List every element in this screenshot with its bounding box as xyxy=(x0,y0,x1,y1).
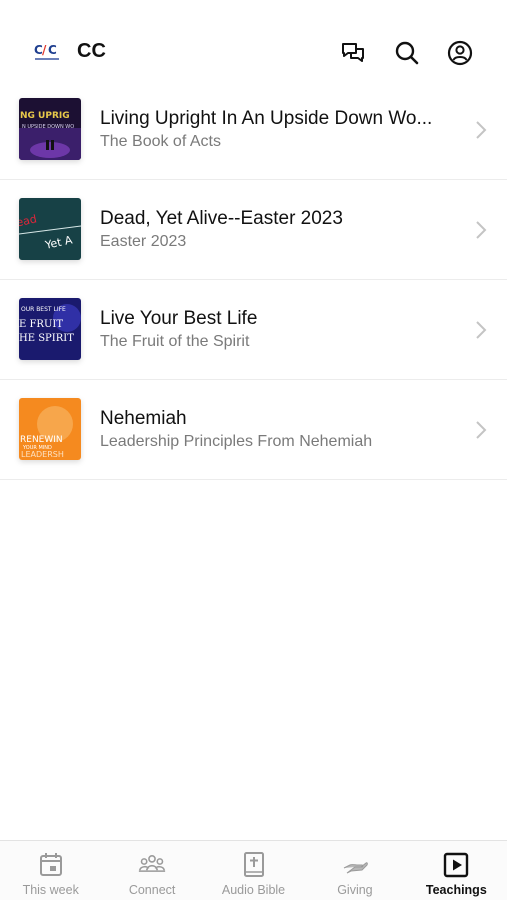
chevron-right-icon xyxy=(476,421,487,439)
tab-label: This week xyxy=(22,883,79,897)
teaching-thumbnail: RENEWIN YOUR MIND LEADERSH xyxy=(19,398,81,460)
svg-text:E FRUIT: E FRUIT xyxy=(19,319,63,330)
teaching-thumbnail: OUR BEST LIFE E FRUIT HE SPIRIT xyxy=(19,298,81,360)
teachings-list: NG UPRIG N UPSIDE DOWN WO Living Upright… xyxy=(0,80,507,480)
chevron-right-icon xyxy=(476,321,487,339)
svg-text:NG UPRIG: NG UPRIG xyxy=(20,111,70,121)
search-icon xyxy=(395,41,419,65)
calendar-icon xyxy=(39,853,62,876)
svg-text:LEADERSH: LEADERSH xyxy=(21,450,64,459)
teaching-subtitle: The Book of Acts xyxy=(100,133,221,150)
teaching-row[interactable]: NG UPRIG N UPSIDE DOWN WO Living Upright… xyxy=(0,80,507,180)
teaching-title: Nehemiah xyxy=(100,408,187,429)
bottom-tab-bar: This week Connect Audio Bible Giving Tea… xyxy=(0,840,507,900)
account-icon xyxy=(447,40,473,66)
teaching-title: Living Upright In An Upside Down Wo... xyxy=(100,108,433,129)
teaching-row[interactable]: ead Yet A Dead, Yet Alive--Easter 2023 E… xyxy=(0,180,507,280)
svg-text:C: C xyxy=(48,43,57,57)
chevron-right-icon xyxy=(476,121,487,139)
tab-label: Giving xyxy=(337,883,373,897)
teaching-title: Dead, Yet Alive--Easter 2023 xyxy=(100,208,343,229)
teaching-title: Live Your Best Life xyxy=(100,308,258,329)
svg-text:OUR BEST LIFE: OUR BEST LIFE xyxy=(21,306,66,313)
tab-label: Audio Bible xyxy=(221,883,286,897)
teaching-subtitle: Easter 2023 xyxy=(100,233,187,250)
top-header: C / C CC xyxy=(0,0,507,92)
svg-text:HE SPIRIT: HE SPIRIT xyxy=(19,333,74,344)
teaching-thumbnail: ead Yet A xyxy=(19,198,81,260)
teaching-row[interactable]: OUR BEST LIFE E FRUIT HE SPIRIT Live You… xyxy=(0,280,507,380)
tab-this-week[interactable]: This week xyxy=(0,841,101,900)
teaching-subtitle: The Fruit of the Spirit xyxy=(100,333,250,350)
tab-giving[interactable]: Giving xyxy=(304,841,405,900)
teaching-subtitle: Leadership Principles From Nehemiah xyxy=(100,433,373,450)
svg-text:/: / xyxy=(42,43,47,57)
bible-icon xyxy=(243,852,264,877)
chevron-right-icon xyxy=(476,221,487,239)
tab-connect[interactable]: Connect xyxy=(101,841,202,900)
teaching-row[interactable]: RENEWIN YOUR MIND LEADERSH Nehemiah Lead… xyxy=(0,380,507,480)
tab-label: Connect xyxy=(128,883,176,897)
org-logo[interactable]: C / C xyxy=(33,40,61,64)
tab-teachings[interactable]: Teachings xyxy=(406,841,507,900)
tab-label: Teachings xyxy=(425,883,487,897)
svg-text:N UPSIDE DOWN WO: N UPSIDE DOWN WO xyxy=(22,124,74,130)
tab-audio-bible[interactable]: Audio Bible xyxy=(203,841,304,900)
svg-text:RENEWIN: RENEWIN xyxy=(20,435,63,445)
giving-hand-icon xyxy=(343,862,368,874)
app-screen: C / C CC NG UPRIG N UPSIDE DOWN WO Livin… xyxy=(0,0,507,900)
search-button[interactable] xyxy=(392,38,422,68)
account-button[interactable] xyxy=(445,38,475,68)
chat-icon xyxy=(342,43,364,62)
people-icon xyxy=(138,855,166,872)
teaching-thumbnail: NG UPRIG N UPSIDE DOWN WO xyxy=(19,98,81,160)
play-icon xyxy=(444,852,469,878)
org-name: CC xyxy=(77,40,106,62)
chat-button[interactable] xyxy=(338,38,368,68)
